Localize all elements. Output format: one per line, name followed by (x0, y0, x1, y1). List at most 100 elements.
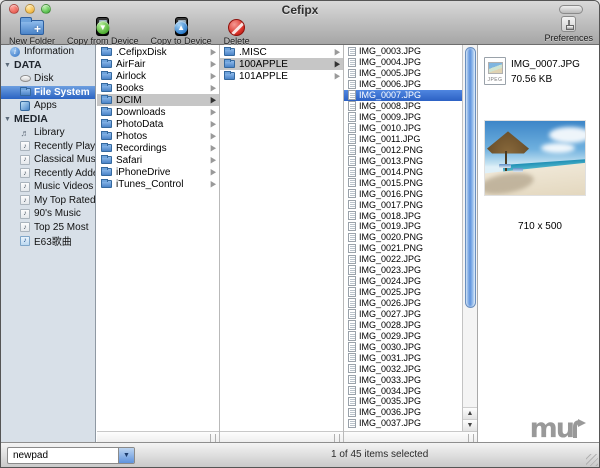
folder-row-iphonedrive[interactable]: iPhoneDrive ▶ (97, 166, 219, 178)
scroll-up-arrow[interactable]: ▲ (463, 407, 477, 419)
file-row-img-0012-png[interactable]: IMG_0012.PNG (344, 144, 462, 155)
sidebar-item-file-system[interactable]: File System (1, 85, 95, 99)
chevron-right-icon: ▶ (210, 120, 216, 129)
folder-row--misc[interactable]: .MISC ▶ (220, 46, 343, 58)
thumbnail-cloud (541, 143, 575, 153)
file-row-label: IMG_0029.JPG (359, 330, 422, 341)
sidebar-item-classical-music[interactable]: ♪Classical Music (1, 153, 95, 167)
column3-resize-grip[interactable] (468, 434, 474, 442)
file-row-img-0036-jpg[interactable]: IMG_0036.JPG (344, 407, 462, 418)
file-row-img-0029-jpg[interactable]: IMG_0029.JPG (344, 330, 462, 341)
scrollbar-track[interactable] (463, 45, 477, 407)
file-row-img-0025-jpg[interactable]: IMG_0025.JPG (344, 287, 462, 298)
file-row-img-0031-jpg[interactable]: IMG_0031.JPG (344, 352, 462, 363)
image-file-icon (348, 112, 356, 122)
file-row-img-0018-jpg[interactable]: IMG_0018.JPG (344, 210, 462, 221)
folder-row-dcim[interactable]: DCIM ▶ (97, 94, 219, 106)
sidebar-item-e63-[interactable]: ♪ E63歌曲 (1, 234, 95, 248)
column2-resize-grip[interactable] (334, 434, 340, 442)
folder-row-100apple[interactable]: 100APPLE ▶ (220, 58, 343, 70)
file-row-img-0017-png[interactable]: IMG_0017.PNG (344, 199, 462, 210)
file-row-img-0037-jpg[interactable]: IMG_0037.JPG (344, 418, 462, 429)
sidebar-item-information[interactable]: i Information (1, 45, 95, 59)
file-row-img-0009-jpg[interactable]: IMG_0009.JPG (344, 112, 462, 123)
file-row-img-0026-jpg[interactable]: IMG_0026.JPG (344, 298, 462, 309)
file-row-img-0013-png[interactable]: IMG_0013.PNG (344, 155, 462, 166)
file-row-img-0005-jpg[interactable]: IMG_0005.JPG (344, 68, 462, 79)
folder-row-label: iPhoneDrive (116, 166, 171, 178)
sidebar-section-media[interactable]: ▼ MEDIA (1, 113, 95, 127)
file-row-img-0022-jpg[interactable]: IMG_0022.JPG (344, 254, 462, 265)
sidebar-item-recently-played[interactable]: ♪Recently Played (1, 140, 95, 154)
file-row-img-0006-jpg[interactable]: IMG_0006.JPG (344, 79, 462, 90)
chevron-right-icon: ▶ (210, 48, 216, 57)
toolbar-button-copy-from-device[interactable]: ▼ Copy from Device (61, 16, 145, 46)
new-folder-icon: + (20, 17, 44, 36)
folder-row-downloads[interactable]: Downloads ▶ (97, 106, 219, 118)
window-resize-grip[interactable] (586, 454, 598, 466)
file-row-label: IMG_0037.JPG (359, 418, 422, 429)
file-row-img-0032-jpg[interactable]: IMG_0032.JPG (344, 363, 462, 374)
file-row-img-0014-png[interactable]: IMG_0014.PNG (344, 166, 462, 177)
folder-row-safari[interactable]: Safari ▶ (97, 154, 219, 166)
file-row-img-0007-jpg[interactable]: IMG_0007.JPG (344, 89, 462, 101)
toolbar-button-delete[interactable]: Delete (218, 16, 256, 46)
folder-row-recordings[interactable]: Recordings ▶ (97, 142, 219, 154)
file-row-img-0030-jpg[interactable]: IMG_0030.JPG (344, 341, 462, 352)
file-row-img-0024-jpg[interactable]: IMG_0024.JPG (344, 276, 462, 287)
sidebar-item-apps[interactable]: Apps (1, 99, 95, 113)
sidebar-item-recently-added[interactable]: ♪Recently Added (1, 167, 95, 181)
toolbar-toggle-pill[interactable] (559, 5, 583, 14)
toolbar-button-copy-to-device[interactable]: ▲ Copy to Device (145, 16, 218, 46)
sidebar-section-data[interactable]: ▼ DATA (1, 59, 95, 73)
image-file-icon (348, 287, 356, 297)
title-bar[interactable]: Cefipx (1, 1, 599, 17)
folder-row-books[interactable]: Books ▶ (97, 82, 219, 94)
folder-row-airlock[interactable]: Airlock ▶ (97, 70, 219, 82)
folder-row-label: .CefipxDisk (116, 46, 167, 58)
info-icon: i (9, 46, 21, 57)
column1-resize-grip[interactable] (210, 434, 216, 442)
sidebar-item-top-25-most[interactable]: ♪ Top 25 Most (1, 221, 95, 235)
disclosure-triangle-icon[interactable]: ▼ (4, 116, 12, 123)
file-row-img-0023-jpg[interactable]: IMG_0023.JPG (344, 265, 462, 276)
folder-row-photodata[interactable]: PhotoData ▶ (97, 118, 219, 130)
file-row-img-0020-png[interactable]: IMG_0020.PNG (344, 232, 462, 243)
file-row-img-0033-jpg[interactable]: IMG_0033.JPG (344, 374, 462, 385)
scroll-down-arrow[interactable]: ▼ (463, 419, 477, 431)
sidebar-item-label: Recently Added (34, 167, 95, 179)
folder-row-photos[interactable]: Photos ▶ (97, 130, 219, 142)
sidebar-item-music-videos[interactable]: ♪ Music Videos (1, 180, 95, 194)
sidebar-item-disk[interactable]: Disk (1, 72, 95, 86)
file-row-img-0010-jpg[interactable]: IMG_0010.JPG (344, 123, 462, 134)
sidebar-item-library[interactable]: ♬ Library (1, 126, 95, 140)
disclosure-triangle-icon[interactable]: ▼ (4, 62, 12, 69)
folder-row-101apple[interactable]: 101APPLE ▶ (220, 70, 343, 82)
device-selector-combobox[interactable]: newpad ▼ (7, 447, 135, 464)
scrollbar-thumb[interactable] (464, 47, 476, 308)
folder-row-itunes-control[interactable]: iTunes_Control ▶ (97, 178, 219, 190)
folder-row-airfair[interactable]: AirFair ▶ (97, 58, 219, 70)
file-row-img-0035-jpg[interactable]: IMG_0035.JPG (344, 396, 462, 407)
toolbar-button-new-folder[interactable]: + New Folder (3, 16, 61, 46)
file-row-img-0011-jpg[interactable]: IMG_0011.JPG (344, 134, 462, 145)
apps-icon (19, 100, 31, 111)
file-row-img-0021-png[interactable]: IMG_0021.PNG (344, 243, 462, 254)
preferences-button[interactable]: Preferences (544, 16, 593, 43)
file-row-img-0015-png[interactable]: IMG_0015.PNG (344, 177, 462, 188)
file-row-img-0008-jpg[interactable]: IMG_0008.JPG (344, 101, 462, 112)
folder-row--cefipxdisk[interactable]: .CefipxDisk ▶ (97, 46, 219, 58)
file-row-img-0034-jpg[interactable]: IMG_0034.JPG (344, 385, 462, 396)
file-row-img-0004-jpg[interactable]: IMG_0004.JPG (344, 57, 462, 68)
combo-dropdown-icon[interactable]: ▼ (118, 448, 134, 463)
chevron-right-icon: ▶ (210, 108, 216, 117)
file-row-img-0019-jpg[interactable]: IMG_0019.JPG (344, 221, 462, 232)
file-row-img-0003-jpg[interactable]: IMG_0003.JPG (344, 46, 462, 57)
sidebar-item-my-top-rated[interactable]: ♪ My Top Rated (1, 194, 95, 208)
file-row-label: IMG_0027.JPG (359, 308, 422, 319)
file-row-img-0028-jpg[interactable]: IMG_0028.JPG (344, 319, 462, 330)
sidebar-item-90-s-music[interactable]: ♪ 90's Music (1, 207, 95, 221)
file-row-img-0016-png[interactable]: IMG_0016.PNG (344, 188, 462, 199)
file-list-scrollbar[interactable]: ▲ ▼ (462, 45, 477, 431)
file-row-img-0027-jpg[interactable]: IMG_0027.JPG (344, 309, 462, 320)
